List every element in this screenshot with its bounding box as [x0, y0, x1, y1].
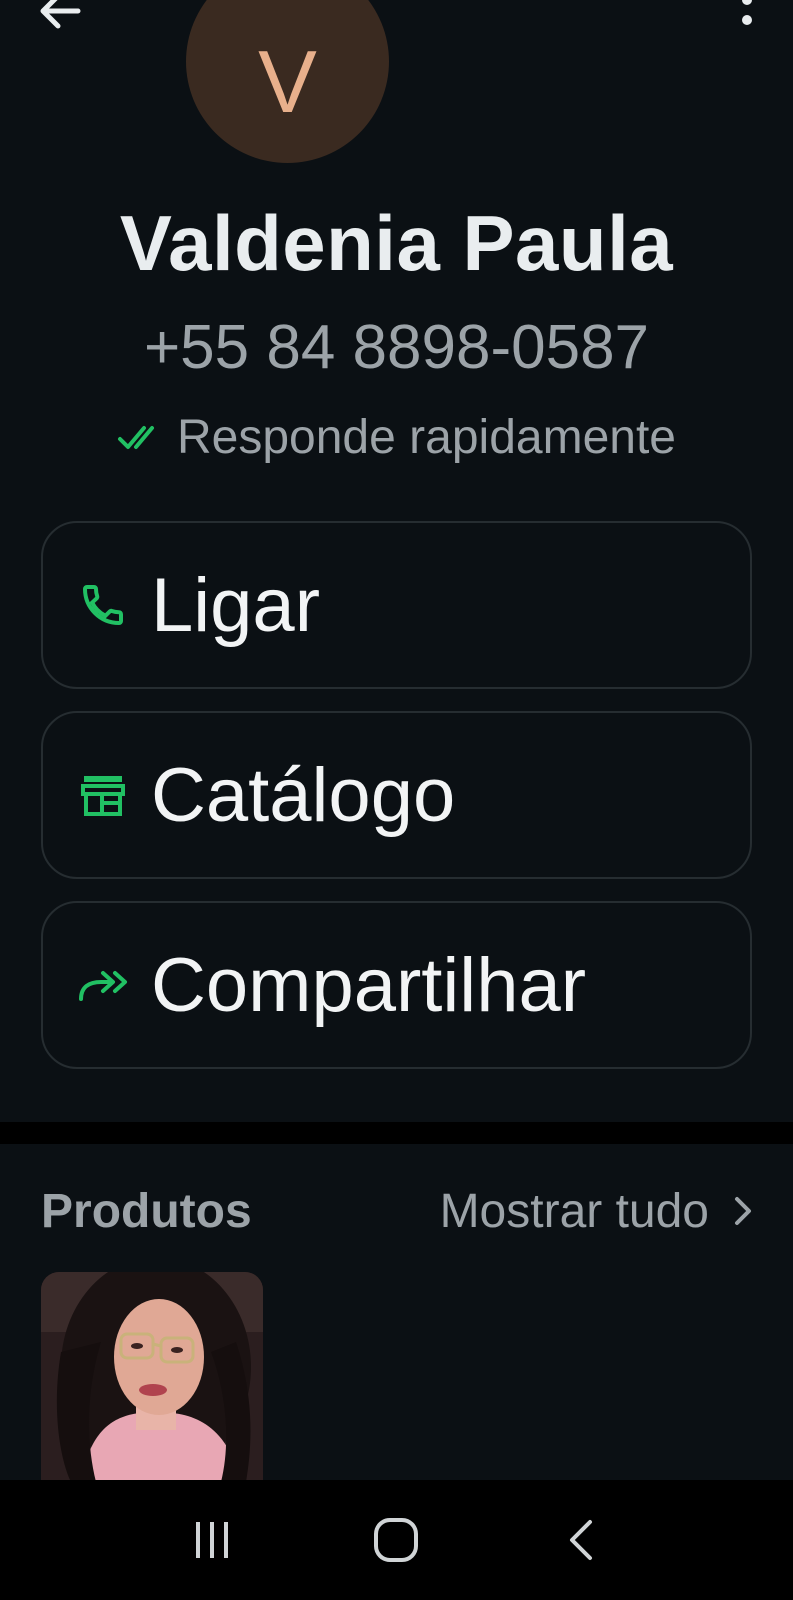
nav-back-icon[interactable]	[541, 1500, 621, 1580]
status-text: Responde rapidamente	[176, 411, 676, 464]
call-button[interactable]: Ligar	[41, 521, 752, 689]
avatar[interactable]: V	[186, 0, 389, 163]
contact-info-screen: V Valdenia Paula +55 84 8898-0587 Respon…	[0, 0, 793, 1600]
back-arrow-icon[interactable]	[30, 0, 90, 36]
contact-phone: +55 84 8898-0587	[143, 313, 650, 382]
share-forward-icon	[77, 959, 129, 1011]
recent-apps-icon[interactable]	[172, 1500, 252, 1580]
product-photo	[41, 1272, 263, 1482]
catalog-label: Catálogo	[151, 752, 456, 838]
call-label: Ligar	[151, 562, 320, 648]
catalog-button[interactable]: Catálogo	[41, 711, 752, 879]
system-nav-bar	[0, 1480, 793, 1600]
storefront-icon	[77, 769, 129, 821]
more-options-icon[interactable]	[727, 0, 767, 44]
products-title: Produtos	[41, 1185, 252, 1238]
product-thumbnail[interactable]	[41, 1272, 263, 1482]
response-status: Responde rapidamente	[0, 410, 793, 465]
double-check-icon	[117, 410, 163, 465]
share-label: Compartilhar	[151, 942, 587, 1028]
avatar-initial: V	[258, 31, 317, 131]
home-icon[interactable]	[356, 1500, 436, 1580]
show-all-link[interactable]: Mostrar tudo	[440, 1184, 753, 1239]
contact-name: Valdenia Paula	[119, 199, 674, 287]
phone-icon	[77, 579, 129, 631]
chevron-right-icon	[733, 1184, 753, 1239]
section-divider	[0, 1122, 793, 1144]
share-button[interactable]: Compartilhar	[41, 901, 752, 1069]
show-all-label: Mostrar tudo	[439, 1185, 709, 1238]
